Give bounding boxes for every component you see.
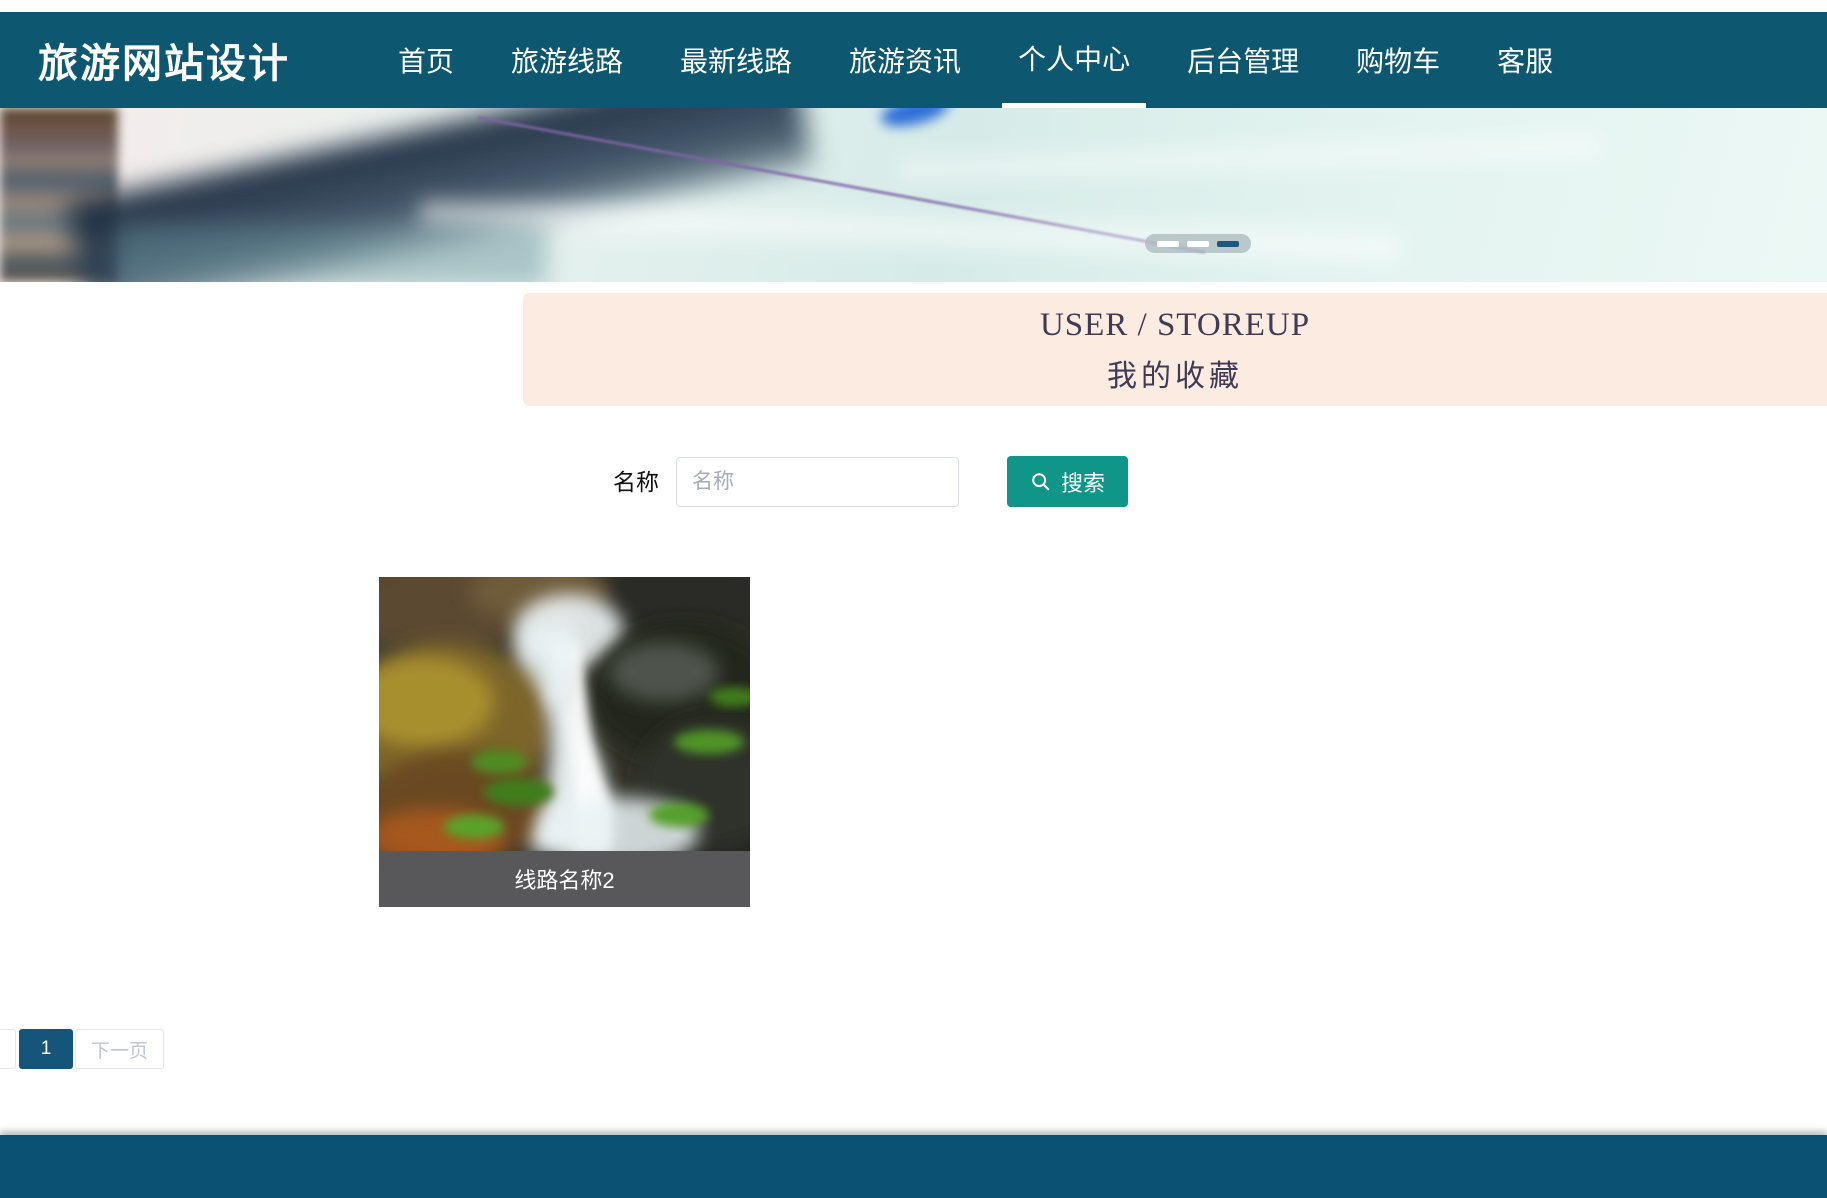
nav-item-home[interactable]: 首页 [398,12,454,108]
carousel-dash-3-active[interactable] [1217,241,1239,247]
breadcrumb: USER / STOREUP [523,307,1827,344]
banner-shallow-water [117,226,547,282]
hero-carousel-banner [0,108,1827,282]
pager-next-button[interactable]: 下一页 [75,1029,164,1069]
search-input[interactable] [676,457,959,507]
banner-blue-detail [878,108,952,132]
search-button[interactable]: 搜索 [1007,456,1128,507]
carousel-dash-2[interactable] [1187,241,1209,247]
carousel-indicators [1145,234,1251,253]
nav-item-travel-news[interactable]: 旅游资讯 [849,12,961,108]
pager-prev-button-partial[interactable] [0,1029,16,1069]
route-card[interactable]: 线路名称2 [379,577,750,907]
nav-menu: 首页 旅游线路 最新线路 旅游资讯 个人中心 后台管理 购物车 客服 [398,12,1553,108]
nav-item-personal-center[interactable]: 个人中心 [1002,12,1146,108]
site-logo: 旅游网站设计 [38,12,290,108]
nav-item-latest-routes[interactable]: 最新线路 [680,12,792,108]
search-field-label: 名称 [613,457,659,507]
nav-item-cart[interactable]: 购物车 [1356,12,1440,108]
search-icon [1030,471,1052,493]
route-card-title: 线路名称2 [379,851,750,907]
nav-item-service[interactable]: 客服 [1497,12,1553,108]
page: 旅游网站设计 首页 旅游线路 最新线路 旅游资讯 个人中心 后台管理 购物车 客… [0,0,1827,1198]
page-title: 我的收藏 [523,351,1827,395]
banner-water-foam [420,201,1400,261]
breadcrumb-panel: USER / STOREUP 我的收藏 [523,293,1827,406]
banner-water-foam [900,136,1600,180]
route-card-image [379,577,750,851]
search-button-label: 搜索 [1061,466,1105,498]
nav-item-admin[interactable]: 后台管理 [1187,12,1299,108]
top-navbar: 旅游网站设计 首页 旅游线路 最新线路 旅游资讯 个人中心 后台管理 购物车 客… [0,12,1827,108]
nav-item-routes[interactable]: 旅游线路 [511,12,623,108]
pager-page-1[interactable]: 1 [19,1029,73,1069]
carousel-dash-1[interactable] [1157,241,1179,247]
page-footer [0,1135,1827,1198]
